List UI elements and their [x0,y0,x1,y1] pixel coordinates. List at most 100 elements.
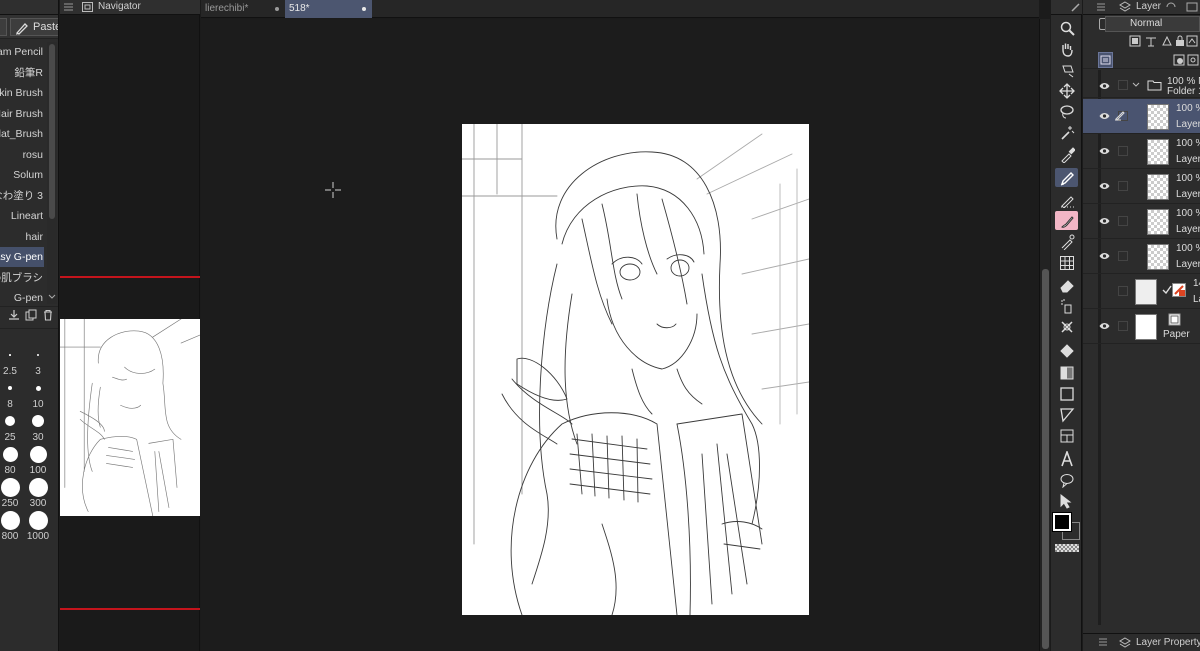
document-tab-active[interactable]: 518* [285,0,372,18]
tool-button[interactable] [1055,211,1078,230]
tool-button[interactable] [1055,449,1078,468]
draft-layer-icon[interactable] [1161,35,1173,47]
layer-tab-icon[interactable] [1186,1,1198,13]
subtool-item[interactable]: G-pen [0,288,44,308]
main-color-swatch[interactable] [1052,512,1072,532]
clip-layer-icon[interactable] [1129,35,1141,47]
tool-button[interactable] [1055,190,1078,209]
brush-size-option[interactable]: 3 [24,344,52,378]
layer-row[interactable]: 14 La [1083,274,1200,309]
subtool-item[interactable]: わ肌ブラシ [0,268,44,288]
tool-button[interactable] [1055,168,1078,187]
layer-lock-box[interactable] [1118,146,1128,156]
tool-button[interactable] [1055,405,1078,424]
chevron-down-icon[interactable] [1132,82,1140,88]
ruler-visibility-icon[interactable] [1187,54,1199,66]
subtool-item[interactable]: Hair Brush [0,104,44,124]
canvas-paper[interactable] [462,124,809,615]
brush-size-option[interactable]: 30 [24,410,52,444]
duplicate-icon[interactable] [25,309,37,321]
layer-search-icon[interactable] [1165,1,1177,13]
eye-icon[interactable] [1099,252,1110,260]
close-icon[interactable] [275,7,279,11]
layer-lock-box[interactable] [1118,80,1128,90]
subtool-item[interactable]: Skin Brush [0,83,44,103]
subtool-item[interactable]: Dream Pencil [0,42,44,62]
tool-button[interactable] [1055,363,1078,382]
eye-icon[interactable] [1099,147,1110,155]
trash-icon[interactable] [42,309,54,321]
brush-size-option[interactable]: 250 [0,476,24,510]
layer-row[interactable]: 100 % Layer [1083,99,1200,134]
tool-button[interactable] [1055,491,1078,510]
blend-mode-select[interactable]: Normal [1105,16,1200,32]
brush-size-option[interactable]: 10 [24,377,52,411]
document-tab[interactable]: lierechibi* [201,0,285,18]
eye-icon[interactable] [1099,322,1110,330]
tool-button[interactable] [1055,296,1078,315]
brush-size-option[interactable]: 100 [24,443,52,477]
tool-button[interactable] [1055,341,1078,360]
layer-lock-box[interactable] [1118,251,1128,261]
subtool-item[interactable]: Easy G-pen [0,247,44,267]
menu-icon[interactable] [1097,3,1105,11]
canvas-vertical-scrollbar[interactable] [1039,19,1050,651]
layer-row[interactable]: 100 % Layer [1083,169,1200,204]
eye-icon[interactable] [1099,82,1110,90]
subtool-item[interactable]: Solum [0,165,44,185]
layer-list-toggle[interactable] [1098,52,1113,68]
lock-icon[interactable] [1174,35,1186,47]
lock-alpha-icon[interactable] [1186,35,1198,47]
reference-layer-icon[interactable] [1145,35,1157,47]
download-icon[interactable] [8,309,20,321]
subtool-item[interactable]: なわ塗り 3 [0,186,44,206]
tool-button[interactable] [1055,18,1078,37]
tool-button[interactable] [1055,384,1078,403]
brush-size-option[interactable]: 25 [0,410,24,444]
navigator-view-frame-top[interactable] [60,276,200,278]
scrollbar-thumb[interactable] [1042,269,1049,649]
subtool-item[interactable]: Lineart [0,206,44,226]
subtool-item[interactable]: hair [0,227,44,247]
subtool-item[interactable]: Flat_Brush [0,124,44,144]
tool-button[interactable] [1055,275,1078,294]
transparent-color-swatch[interactable] [1055,544,1079,552]
layer-property-tab[interactable]: Layer Property [1083,633,1200,651]
eye-icon[interactable] [1099,182,1110,190]
menu-icon[interactable] [64,3,73,11]
tool-button[interactable] [1055,232,1078,251]
checkmark-icon[interactable] [1162,285,1172,294]
tool-button[interactable] [1055,39,1078,58]
mask-icon[interactable] [1173,54,1185,66]
tool-button[interactable] [1055,123,1078,142]
tool-button[interactable] [1055,470,1078,489]
layer-lock-box[interactable] [1118,216,1128,226]
tool-button[interactable] [1055,145,1078,164]
subtool-tab-prev[interactable] [0,18,7,36]
layer-folder-row[interactable]: 100 % NFolder 1 [1083,72,1200,98]
eye-icon[interactable] [1099,217,1110,225]
layer-row[interactable]: 100 % Layer [1083,204,1200,239]
paper-layer-row[interactable]: Paper [1083,309,1200,344]
navigator-preview[interactable] [60,319,200,516]
brush-size-option[interactable]: 2.5 [0,344,24,378]
brush-size-option[interactable]: 80 [0,443,24,477]
layer-row[interactable]: 100 % Layer [1083,239,1200,274]
layer-lock-box[interactable] [1118,321,1128,331]
tool-button[interactable] [1055,81,1078,100]
tool-button[interactable] [1055,426,1078,445]
brush-size-option[interactable]: 1000 [24,509,52,543]
subtool-item[interactable]: rosu [0,145,44,165]
tool-button[interactable] [1055,253,1078,272]
brush-size-option[interactable]: 300 [24,476,52,510]
brush-list-scrollbar[interactable] [47,42,57,304]
navigator-view-frame-bottom[interactable] [60,608,200,610]
close-icon[interactable] [362,7,366,11]
layer-lock-box[interactable] [1118,181,1128,191]
layer-lock-box[interactable] [1118,286,1128,296]
tool-button[interactable] [1055,102,1078,121]
subtool-item[interactable]: 鉛筆R [0,63,44,83]
eye-icon[interactable] [1099,112,1110,120]
brush-size-option[interactable]: 800 [0,509,24,543]
menu-icon[interactable] [1099,638,1107,646]
